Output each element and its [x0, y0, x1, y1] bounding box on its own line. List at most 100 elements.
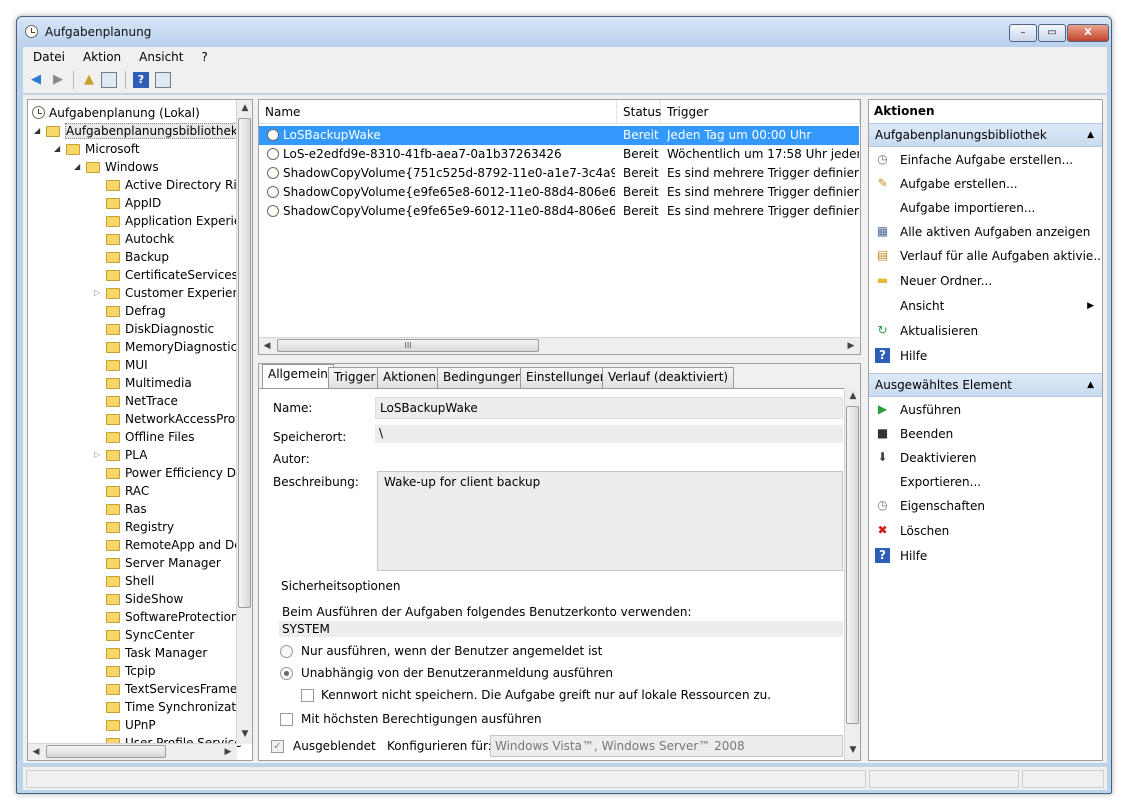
task-row[interactable]: ShadowCopyVolume{751c525d-8792-11e0-a1e7… — [259, 164, 859, 183]
task-row[interactable]: LoS-e2edfd9e-8310-41fb-aea7-0a1b37263426… — [259, 145, 859, 164]
menu-ansicht[interactable]: Ansicht — [129, 47, 191, 64]
navigation-tree[interactable]: Aufgabenplanung (Lokal) ◢ Aufgabenplanun… — [27, 99, 253, 761]
up-folder-icon[interactable]: ▲ — [81, 72, 97, 88]
collapse-icon[interactable]: ▲ — [1087, 124, 1094, 147]
expand-arrow-icon[interactable]: ◢ — [74, 158, 80, 176]
show-hide-action-pane-icon[interactable] — [155, 72, 171, 88]
scroll-up-icon[interactable]: ▲ — [237, 100, 252, 116]
tree-folder-item[interactable]: Power Efficiency Dia — [106, 464, 247, 482]
menu-datei[interactable]: Datei — [23, 47, 73, 64]
action-item[interactable]: ⬇ Deaktivieren — [869, 446, 1102, 470]
scroll-thumb[interactable]: III — [277, 339, 539, 352]
expand-arrow-icon[interactable]: ▷ — [94, 284, 100, 302]
scroll-down-icon[interactable]: ▼ — [237, 726, 252, 742]
action-item[interactable]: ✎ Aufgabe erstellen... — [869, 172, 1102, 196]
tab-trigger[interactable]: Trigger — [328, 367, 382, 388]
hidden-checkbox[interactable]: ✓ — [271, 740, 284, 753]
tab-verlauf[interactable]: Verlauf (deaktiviert) — [602, 367, 735, 388]
expand-arrow-icon[interactable]: ◢ — [34, 122, 40, 140]
tree-folder-item[interactable]: Multimedia — [106, 374, 192, 392]
column-header-trigger[interactable]: Trigger — [661, 100, 860, 124]
scroll-down-icon[interactable]: ▼ — [845, 742, 860, 758]
tree-folder-item[interactable]: AppID — [106, 194, 161, 212]
radio-logged-on[interactable] — [280, 645, 293, 658]
scroll-left-icon[interactable]: ◀ — [259, 338, 275, 354]
location-field[interactable]: \ — [375, 425, 843, 443]
section-library[interactable]: Aufgabenplanungsbibliothek ▲ — [869, 123, 1102, 147]
radio-independent[interactable] — [280, 667, 293, 680]
tree-folder-item[interactable]: Time Synchronizatic — [106, 698, 246, 716]
scroll-left-icon[interactable]: ◀ — [28, 744, 44, 760]
task-list-horizontal-scrollbar[interactable]: ◀ III ▶ — [259, 337, 860, 354]
tree-folder-item[interactable]: NetTrace — [106, 392, 178, 410]
action-item[interactable]: Aufgabe importieren... — [869, 196, 1102, 220]
name-field[interactable]: LoSBackupWake — [375, 397, 843, 419]
tree-folder-item[interactable]: Defrag — [106, 302, 166, 320]
tree-vertical-scrollbar[interactable]: ▲ ▼ — [236, 100, 252, 744]
action-item[interactable]: ? Hilfe — [869, 544, 1102, 568]
tab-einstellungen[interactable]: Einstellungen — [520, 367, 614, 388]
action-item[interactable]: ? Hilfe — [869, 344, 1102, 368]
action-item[interactable]: ▬ Neuer Ordner... — [869, 269, 1102, 293]
action-item[interactable]: Ansicht ▶ — [869, 294, 1102, 318]
help-icon[interactable]: ? — [133, 72, 149, 88]
minimize-button[interactable]: – — [1009, 24, 1037, 42]
expand-arrow-icon[interactable]: ▷ — [94, 446, 100, 464]
tree-folder-item[interactable]: RemoteApp and Des — [106, 536, 248, 554]
tree-folder-item[interactable]: Active Directory Rig — [106, 176, 244, 194]
action-item[interactable]: ◷ Einfache Aufgabe erstellen... — [869, 148, 1102, 172]
tree-folder-item[interactable]: Backup — [106, 248, 169, 266]
close-button[interactable]: X — [1067, 24, 1109, 42]
tree-folder-item[interactable]: Offline Files — [106, 428, 195, 446]
no-password-checkbox[interactable] — [301, 689, 314, 702]
back-icon[interactable]: ◀ — [28, 72, 44, 88]
tree-folder-item[interactable]: Task Manager — [106, 644, 207, 662]
tree-folder-item[interactable]: Customer Experienc — [106, 284, 247, 302]
action-item[interactable]: ▦ Alle aktiven Aufgaben anzeigen — [869, 220, 1102, 244]
column-header-name[interactable]: Name — [259, 100, 617, 124]
action-item[interactable]: ↻ Aktualisieren — [869, 319, 1102, 343]
task-row[interactable]: ShadowCopyVolume{e9fe65e9-6012-11e0-88d4… — [259, 202, 859, 221]
menu-help[interactable]: ? — [191, 47, 215, 64]
tree-folder-item[interactable]: DiskDiagnostic — [106, 320, 214, 338]
tree-folder-item[interactable]: UPnP — [106, 716, 156, 734]
show-hide-tree-icon[interactable] — [101, 72, 117, 88]
tree-folder-item[interactable]: Application Experier — [106, 212, 246, 230]
collapse-icon[interactable]: ▲ — [1087, 374, 1094, 397]
tree-folder-item[interactable]: SoftwareProtectionF — [106, 608, 246, 626]
action-item[interactable]: ■ Beenden — [869, 422, 1102, 446]
tab-bedingungen[interactable]: Bedingungen — [437, 367, 529, 388]
tree-folder-item[interactable]: Registry — [106, 518, 174, 536]
tab-allgemein[interactable]: Allgemein — [262, 364, 334, 389]
task-row[interactable]: ShadowCopyVolume{e9fe65e8-6012-11e0-88d4… — [259, 183, 859, 202]
configure-for-select[interactable]: Windows Vista™, Windows Server™ 2008 — [490, 735, 843, 757]
column-header-status[interactable]: Status — [617, 100, 661, 124]
description-field[interactable]: Wake-up for client backup — [377, 471, 843, 571]
tree-folder-item[interactable]: SyncCenter — [106, 626, 194, 644]
scroll-right-icon[interactable]: ▶ — [220, 744, 236, 760]
title-bar[interactable]: Aufgabenplanung – ▭ X — [17, 17, 1111, 47]
section-selected-item[interactable]: Ausgewähltes Element ▲ — [869, 373, 1102, 397]
tree-folder-item[interactable]: TextServicesFramew — [106, 680, 247, 698]
action-item[interactable]: ◷ Eigenschaften — [869, 494, 1102, 518]
menu-aktion[interactable]: Aktion — [73, 47, 129, 64]
action-item[interactable]: Exportieren... — [869, 470, 1102, 494]
scroll-thumb[interactable] — [238, 118, 251, 608]
tree-folder-item[interactable]: MUI — [106, 356, 148, 374]
tree-folder-item[interactable]: NetworkAccessProte — [106, 410, 247, 428]
tree-folder-item[interactable]: CertificateServicesC — [106, 266, 246, 284]
tree-folder-item[interactable]: Tcpip — [106, 662, 155, 680]
tree-folder-item[interactable]: PLA — [106, 446, 147, 464]
forward-icon[interactable]: ▶ — [50, 72, 66, 88]
maximize-button[interactable]: ▭ — [1038, 24, 1066, 42]
tree-folder-item[interactable]: RAC — [106, 482, 149, 500]
action-item[interactable]: ✖ Löschen — [869, 519, 1102, 543]
tree-folder-item[interactable]: SideShow — [106, 590, 183, 608]
task-list[interactable]: Name Status Trigger LoSBackupWake Bereit J… — [258, 99, 861, 355]
action-item[interactable]: ▶ Ausführen — [869, 398, 1102, 422]
tree-folder-item[interactable]: Ras — [106, 500, 147, 518]
tree-library[interactable]: Aufgabenplanungsbibliothek — [46, 122, 239, 140]
highest-privileges-checkbox[interactable] — [280, 713, 293, 726]
tree-microsoft[interactable]: Microsoft — [66, 140, 140, 158]
scroll-right-icon[interactable]: ▶ — [843, 338, 859, 354]
